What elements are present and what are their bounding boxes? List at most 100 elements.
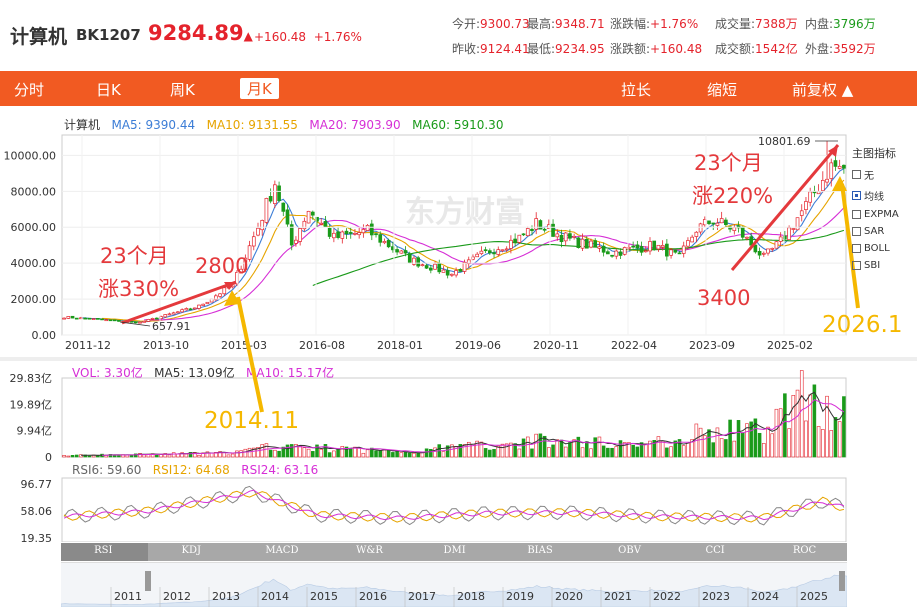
candle-body <box>643 250 648 253</box>
checkbox-icon[interactable] <box>852 244 861 253</box>
volume-bar <box>348 447 353 458</box>
candle-body <box>795 217 800 231</box>
candle-body <box>171 312 176 315</box>
candle-body <box>273 184 277 204</box>
volume-bar <box>833 417 838 458</box>
candle-body <box>820 179 825 191</box>
volume-bar <box>576 436 581 458</box>
time-navigator[interactable]: 2011 2012 2013 2014 2015 2016 2017 2018 2019 2020… <box>60 562 848 608</box>
volume-bar <box>555 439 560 458</box>
volume-bar <box>260 444 264 458</box>
checkbox-icon[interactable] <box>852 210 861 219</box>
y-tick-label: 0.00 <box>32 329 57 342</box>
x-tick-label: 2016-08 <box>299 339 345 352</box>
candle-body <box>96 318 100 320</box>
candle-body <box>492 252 496 255</box>
candle-body <box>681 245 686 254</box>
volume-bar <box>424 448 429 458</box>
candle-body <box>319 222 324 225</box>
high-price-label: 10801.69 <box>758 135 811 148</box>
tab-daily-k[interactable]: 日K <box>96 79 121 100</box>
indicator-option[interactable]: EXPMA <box>852 209 917 220</box>
candle-body <box>761 252 766 255</box>
indicator-tabs: RSI KDJ MACD W&R DMI BIAS OBV CCI ROC <box>61 543 847 561</box>
volume-bar <box>724 439 728 458</box>
checkbox-icon[interactable] <box>852 227 861 236</box>
volume-tick-label: 19.89亿 <box>10 398 53 411</box>
tab-weekly-k[interactable]: 周K <box>170 79 195 100</box>
indicator-tab[interactable]: OBV <box>618 545 641 556</box>
indicator-tab[interactable]: RSI <box>94 545 112 556</box>
tab-monthly-k[interactable]: 月K <box>240 78 279 99</box>
indicator-tab[interactable]: DMI <box>444 545 466 556</box>
candle-body <box>403 250 408 254</box>
indicator-tab[interactable]: BIAS <box>527 545 552 556</box>
checkbox-icon[interactable] <box>852 170 861 179</box>
candle-body <box>332 232 336 239</box>
volume-bar <box>757 432 762 458</box>
sector-name: 计算机 <box>10 26 68 48</box>
indicator-option[interactable]: SBI <box>852 260 917 271</box>
volume-bar <box>391 452 395 458</box>
navigator-year-label: 2014 <box>261 590 289 603</box>
candle-body <box>580 238 585 249</box>
x-tick-label: 2020-11 <box>533 339 579 352</box>
candle-body <box>559 234 564 243</box>
candle-body <box>842 164 846 169</box>
candle-body <box>584 238 589 249</box>
indicator-option[interactable]: 均线 <box>852 188 917 203</box>
navigator-year-label: 2022 <box>653 590 681 603</box>
candle-body <box>70 315 75 319</box>
candle-body <box>690 236 694 243</box>
candle-body <box>509 239 513 249</box>
candle-body <box>479 250 484 255</box>
navigator-handle-left <box>145 571 151 591</box>
stat-item: 今开:9300.73 <box>452 17 530 31</box>
rsi-tick-label: 19.35 <box>21 532 53 542</box>
indicator-option[interactable]: BOLL <box>852 243 917 254</box>
navigator-year-label: 2024 <box>751 590 779 603</box>
stretch-button[interactable]: 拉长 <box>621 79 651 100</box>
volume-bar <box>842 396 846 458</box>
volume-bar <box>226 454 231 458</box>
indicator-tab[interactable]: ROC <box>793 545 816 556</box>
current-price: 9284.89▲ <box>148 21 253 45</box>
checkbox-icon[interactable] <box>852 261 861 270</box>
candle-body <box>344 230 349 235</box>
adjust-dropdown[interactable]: 前复权 ▲ <box>792 79 853 100</box>
tab-intraday[interactable]: 分时 <box>14 79 44 100</box>
indicator-option[interactable]: 无 <box>852 167 917 182</box>
candle-body <box>745 236 749 239</box>
volume-bar <box>142 454 146 458</box>
candle-body <box>686 240 690 247</box>
annotation-left-top: 23个月 <box>100 244 169 268</box>
candle-body <box>62 317 66 320</box>
indicator-tab[interactable]: W&R <box>356 545 383 556</box>
candle-body <box>770 247 775 250</box>
navigator-year-label: 2020 <box>555 590 583 603</box>
checkbox-icon[interactable] <box>852 191 861 200</box>
indicator-tab[interactable]: CCI <box>706 545 725 556</box>
volume-bar <box>332 450 336 458</box>
indicator-option[interactable]: SAR <box>852 226 917 237</box>
candle-body <box>488 250 492 254</box>
volume-bar <box>277 450 281 458</box>
volume-bar <box>433 447 437 458</box>
candle-body <box>399 250 404 254</box>
candle-body <box>327 227 332 237</box>
volume-bar <box>357 447 361 458</box>
candle-body <box>513 238 517 244</box>
volume-bar <box>762 443 766 458</box>
kline-chart[interactable]: 东方财富 10000.00 8000.00 6000.00 4000.00 2000.0… <box>0 110 917 542</box>
candle-body <box>340 231 345 239</box>
period-tabbar: 分时 日K 周K 月K 拉长 缩短 前复权 ▲ <box>0 71 917 106</box>
navigator-chart[interactable]: 2011 2012 2013 2014 2015 2016 2017 2018 2019 2020… <box>60 563 848 608</box>
volume-bar <box>306 448 311 458</box>
indicator-tab[interactable]: KDJ <box>182 545 202 556</box>
volume-bar <box>711 442 716 458</box>
volume-bar <box>728 419 732 458</box>
candle-body <box>462 262 467 272</box>
indicator-tab[interactable]: MACD <box>265 545 298 556</box>
shrink-button[interactable]: 缩短 <box>707 79 737 100</box>
volume-bar <box>87 455 92 458</box>
